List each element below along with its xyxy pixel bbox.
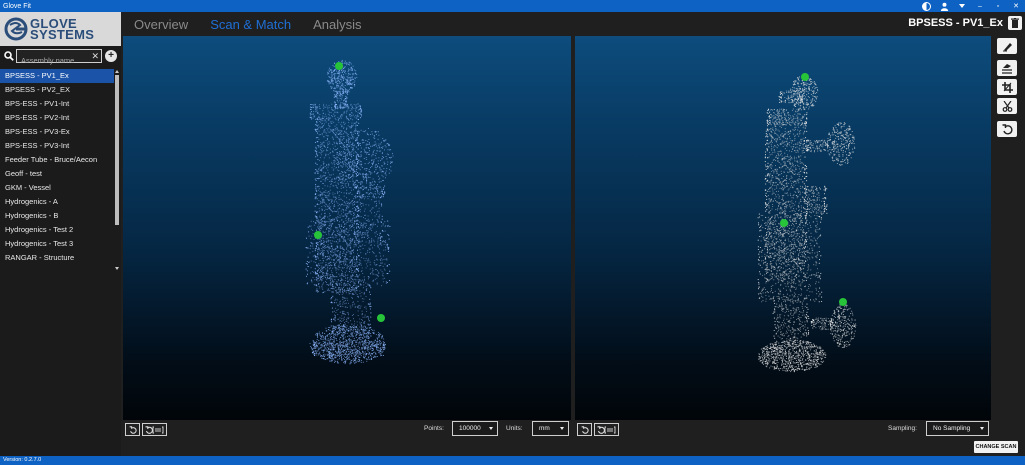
list-item[interactable]: BPS-ESS - PV3-Ex bbox=[0, 125, 114, 139]
list-item[interactable]: Feeder Tube - Bruce/Aecon bbox=[0, 153, 114, 167]
reset-3d-icon bbox=[145, 425, 163, 434]
list-item[interactable]: GKM - Vessel bbox=[0, 181, 114, 195]
tab-overview[interactable]: Overview bbox=[134, 17, 188, 32]
reset-button[interactable] bbox=[997, 121, 1017, 137]
points-value: 100000 bbox=[459, 425, 481, 432]
glove-systems-logo-icon bbox=[4, 17, 28, 41]
list-item[interactable]: BPSESS - PV1_Ex bbox=[0, 69, 114, 83]
close-button[interactable]: ✕ bbox=[1007, 0, 1025, 12]
sampling-label: Sampling: bbox=[888, 425, 917, 432]
glove-fit-app: Glove Fit – ▫ ✕ GLOVE SYSTEMS Assembly n… bbox=[0, 0, 1025, 465]
list-item[interactable]: Hydrogenics - A bbox=[0, 195, 114, 209]
match-point-marker[interactable] bbox=[335, 62, 343, 70]
left-reset-view-button[interactable] bbox=[125, 423, 140, 436]
search-icon bbox=[3, 51, 14, 62]
model-point-cloud[interactable] bbox=[123, 36, 571, 420]
left-reset-3d-button[interactable] bbox=[142, 423, 167, 436]
list-item[interactable]: Hydrogenics - B bbox=[0, 209, 114, 223]
delete-assembly-button[interactable] bbox=[1008, 16, 1022, 30]
app-title: Glove Fit bbox=[3, 2, 32, 10]
match-point-marker[interactable] bbox=[839, 298, 847, 306]
chevron-down-icon bbox=[560, 427, 564, 430]
user-menu-chevron-icon[interactable] bbox=[957, 1, 967, 11]
units-select[interactable]: mm bbox=[532, 421, 569, 436]
units-value: mm bbox=[539, 425, 550, 432]
title-bar-controls: – ▫ ✕ bbox=[917, 0, 1025, 12]
sidebar: GLOVE SYSTEMS ✕ + BPSESS - PV1_Ex BPSESS… bbox=[0, 12, 121, 456]
list-item[interactable]: BPSESS - PV2_EX bbox=[0, 83, 114, 97]
clear-search-icon[interactable]: ✕ bbox=[91, 50, 99, 62]
change-scan-button[interactable]: CHANGE SCAN bbox=[974, 441, 1018, 453]
add-assembly-button[interactable]: + bbox=[105, 50, 117, 62]
crop-icon bbox=[1001, 81, 1013, 93]
point-cloud-points bbox=[757, 74, 857, 373]
assembly-list: BPSESS - PV1_Ex BPSESS - PV2_EX BPS-ESS … bbox=[0, 69, 114, 271]
maximize-button[interactable]: ▫ bbox=[989, 0, 1007, 12]
viewport-controls: Points: 100000 Units: mm Sampling: No Sa… bbox=[121, 420, 993, 456]
crop-button[interactable] bbox=[997, 79, 1017, 95]
sampling-value: No Sampling bbox=[933, 425, 971, 432]
scan-viewport[interactable] bbox=[575, 36, 991, 420]
eraser-icon bbox=[1002, 42, 1012, 51]
list-item[interactable]: BPS-ESS - PV3-Int bbox=[0, 139, 114, 153]
chevron-down-icon bbox=[489, 427, 493, 430]
status-bar: Version: 0.2.7.0 bbox=[0, 456, 1025, 465]
cut-icon bbox=[1002, 100, 1012, 112]
assembly-search-input[interactable] bbox=[17, 54, 91, 67]
list-item[interactable]: BPS-ESS - PV1-Int bbox=[0, 97, 114, 111]
brand-logo: GLOVE SYSTEMS bbox=[0, 12, 121, 46]
list-item[interactable]: Hydrogenics - Test 2 bbox=[0, 223, 114, 237]
main-tabs: Overview Scan & Match Analysis BPSESS - … bbox=[121, 12, 1025, 36]
assembly-title: BPSESS - PV1_Ex bbox=[908, 17, 1003, 29]
trash-icon bbox=[1011, 18, 1019, 28]
units-label: Units: bbox=[506, 425, 523, 432]
version-label: Version: 0.2.7.0 bbox=[3, 457, 42, 463]
reset-icon bbox=[1002, 123, 1013, 135]
list-item[interactable]: BPS-ESS - PV2-Int bbox=[0, 111, 114, 125]
user-icon[interactable] bbox=[939, 1, 949, 11]
sampling-select[interactable]: No Sampling bbox=[926, 421, 989, 436]
cut-button[interactable] bbox=[997, 98, 1017, 114]
chevron-down-icon bbox=[980, 427, 984, 430]
title-bar: Glove Fit – ▫ ✕ bbox=[0, 0, 1025, 12]
model-viewport[interactable] bbox=[123, 36, 571, 420]
tab-analysis[interactable]: Analysis bbox=[313, 17, 361, 32]
minimize-button[interactable]: – bbox=[971, 0, 989, 12]
reset-3d-icon bbox=[597, 425, 615, 434]
brand-name: GLOVE SYSTEMS bbox=[30, 17, 95, 42]
points-select[interactable]: 100000 bbox=[452, 421, 498, 436]
align-button[interactable] bbox=[997, 60, 1017, 76]
tab-scan-match[interactable]: Scan & Match bbox=[210, 17, 291, 32]
list-item[interactable]: Geoff - test bbox=[0, 167, 114, 181]
search-box: ✕ bbox=[16, 49, 102, 67]
reset-view-icon bbox=[129, 425, 137, 434]
right-reset-view-button[interactable] bbox=[577, 423, 592, 436]
list-item[interactable]: RANGAR - Structure bbox=[0, 251, 114, 265]
align-icon bbox=[1002, 63, 1012, 74]
match-point-marker[interactable] bbox=[801, 73, 809, 81]
right-reset-3d-button[interactable] bbox=[594, 423, 619, 436]
match-point-marker[interactable] bbox=[780, 219, 788, 227]
eraser-button[interactable] bbox=[997, 38, 1017, 54]
right-toolbar bbox=[993, 36, 1025, 456]
scroll-up-icon[interactable] bbox=[115, 70, 119, 73]
match-point-marker[interactable] bbox=[377, 314, 385, 322]
reset-view-icon bbox=[581, 425, 589, 434]
scroll-down-icon[interactable] bbox=[115, 267, 119, 270]
scan-point-cloud[interactable] bbox=[575, 36, 991, 420]
search-row: ✕ + bbox=[0, 48, 121, 67]
brand-line-2: SYSTEMS bbox=[30, 27, 95, 42]
points-label: Points: bbox=[424, 425, 444, 432]
scroll-thumb[interactable] bbox=[115, 75, 119, 225]
theme-toggle-icon[interactable] bbox=[921, 1, 931, 11]
match-point-marker[interactable] bbox=[314, 231, 322, 239]
assembly-list-scrollbar[interactable] bbox=[114, 69, 120, 271]
list-item[interactable]: Hydrogenics - Test 3 bbox=[0, 237, 114, 251]
